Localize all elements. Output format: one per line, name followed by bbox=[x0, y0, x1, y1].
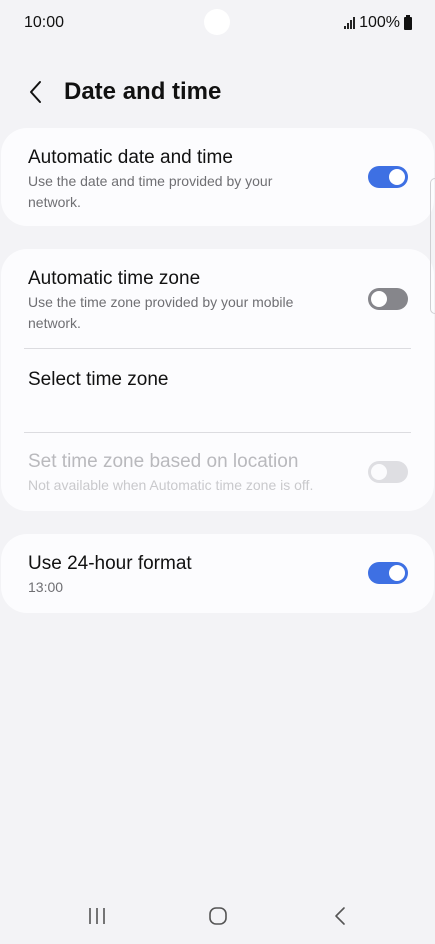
battery-percent: 100% bbox=[359, 14, 400, 31]
recents-icon bbox=[89, 908, 105, 924]
card-24-hour: Use 24-hour format 13:00 bbox=[1, 534, 434, 613]
home-icon bbox=[209, 907, 227, 925]
setting-subtitle: Use the time zone provided by your mobil… bbox=[28, 294, 294, 331]
automatic-date-time-toggle[interactable] bbox=[368, 166, 408, 188]
chevron-left-icon bbox=[30, 81, 41, 103]
status-bar: 10:00 100% bbox=[0, 0, 435, 44]
setting-title: Automatic date and time bbox=[28, 147, 233, 168]
setting-select-time-zone[interactable]: Select time zone bbox=[1, 349, 434, 432]
setting-subtitle: Use the date and time provided by your n… bbox=[28, 173, 273, 210]
card-time-zone: Automatic time zone Use the time zone pr… bbox=[1, 249, 434, 511]
toggle-knob bbox=[389, 565, 405, 581]
page-title: Date and time bbox=[64, 78, 222, 105]
signal-icon bbox=[344, 17, 356, 29]
toggle-knob bbox=[389, 169, 405, 185]
setting-subtitle: 13:00 bbox=[28, 579, 64, 595]
toggle-knob bbox=[371, 464, 387, 480]
camera-cutout bbox=[204, 9, 230, 35]
app-header: Date and time bbox=[0, 70, 435, 114]
system-back-button[interactable] bbox=[320, 900, 360, 932]
setting-title: Set time zone based on location bbox=[28, 451, 299, 472]
back-icon bbox=[335, 907, 345, 925]
card-automatic-date: Automatic date and time Use the date and… bbox=[1, 128, 434, 226]
setting-title: Automatic time zone bbox=[28, 268, 201, 289]
toggle-knob bbox=[371, 291, 387, 307]
home-button[interactable] bbox=[198, 900, 238, 932]
setting-automatic-time-zone[interactable]: Automatic time zone Use the time zone pr… bbox=[1, 249, 434, 349]
recents-button[interactable] bbox=[77, 900, 117, 932]
setting-title: Select time zone bbox=[28, 369, 169, 390]
setting-24-hour-format[interactable]: Use 24-hour format 13:00 bbox=[1, 534, 434, 613]
scroll-indicator[interactable] bbox=[430, 178, 435, 314]
location-time-zone-toggle bbox=[368, 461, 408, 483]
setting-location-time-zone: Set time zone based on location Not avai… bbox=[1, 433, 434, 511]
battery-icon bbox=[404, 14, 412, 30]
back-button[interactable] bbox=[20, 76, 52, 108]
24-hour-format-toggle[interactable] bbox=[368, 562, 408, 584]
status-indicators: 100% bbox=[344, 14, 412, 32]
setting-subtitle: Not available when Automatic time zone i… bbox=[28, 477, 314, 493]
setting-title: Use 24-hour format bbox=[28, 553, 192, 574]
status-time: 10:00 bbox=[24, 14, 65, 31]
automatic-time-zone-toggle[interactable] bbox=[368, 288, 408, 310]
setting-automatic-date-time[interactable]: Automatic date and time Use the date and… bbox=[1, 128, 434, 226]
navigation-bar bbox=[0, 896, 435, 936]
